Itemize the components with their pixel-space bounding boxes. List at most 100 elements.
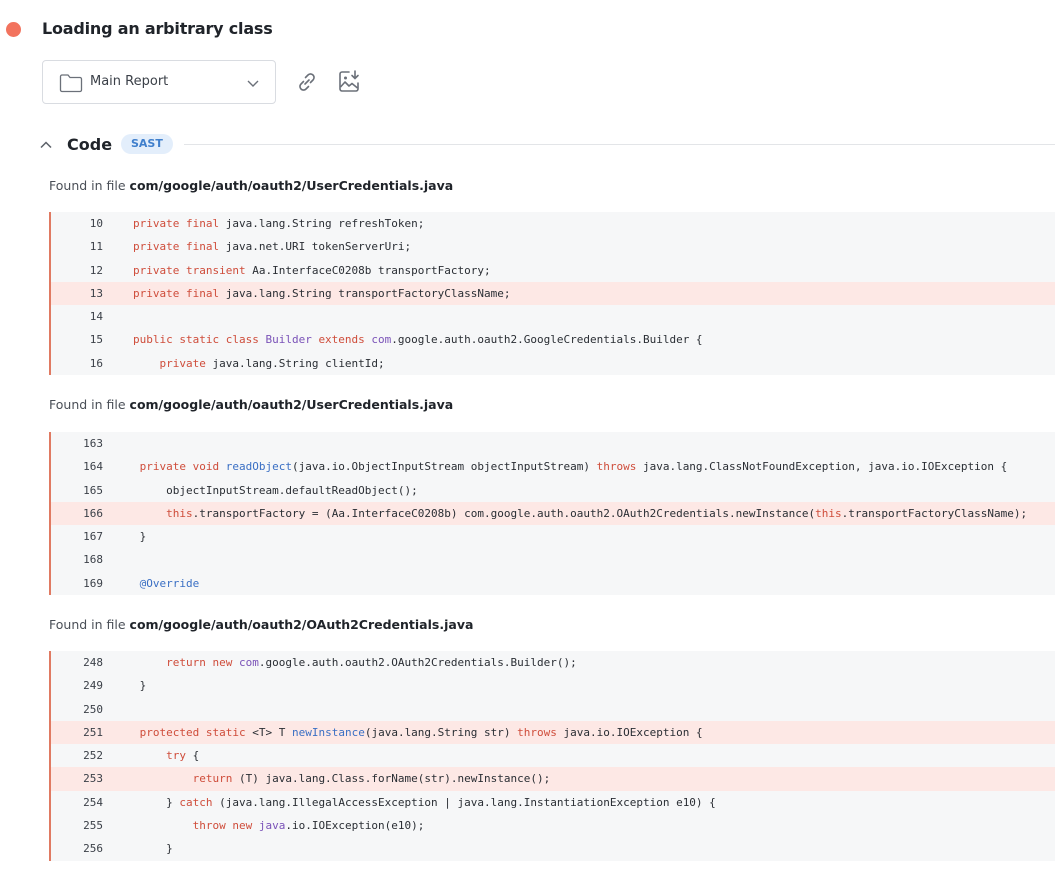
code-token: java.net.URI tokenServerUri; — [225, 240, 412, 254]
code-token: protected static — [133, 725, 253, 739]
code-token: @Override — [133, 576, 200, 590]
code-token: (java.lang.IllegalAccessException | java… — [219, 795, 716, 809]
code-token: private final — [133, 240, 226, 254]
sast-badge: SAST — [121, 134, 173, 154]
chevron-up-icon[interactable] — [38, 137, 54, 153]
line-number: 165 — [83, 483, 103, 497]
code-token: throw new — [192, 819, 259, 833]
found-in-file-label: Found in file com/google/auth/oauth2/Use… — [49, 397, 453, 412]
code-token: private — [159, 356, 213, 370]
found-prefix: Found in file — [49, 397, 130, 412]
code-text: private final java.lang.String transport… — [133, 282, 511, 305]
file-path[interactable]: com/google/auth/oauth2/OAuth2Credentials… — [130, 617, 474, 632]
code-token: newInstance — [291, 725, 365, 739]
line-number: 11 — [89, 240, 103, 254]
code-section-header: Code SAST — [36, 132, 1055, 158]
code-line: 167 } — [51, 525, 1055, 548]
code-text: return new com.google.auth.oauth2.OAuth2… — [133, 651, 577, 674]
code-token: (T) java.lang.Class.forName(str).newInst… — [238, 772, 551, 786]
code-token: public static class — [133, 333, 266, 347]
found-prefix: Found in file — [49, 617, 130, 632]
image-download-icon[interactable] — [335, 68, 363, 96]
line-number: 256 — [83, 842, 103, 856]
code-line: 16 private java.lang.String clientId; — [51, 352, 1055, 375]
line-number: 249 — [83, 679, 103, 693]
code-line: 163 — [51, 432, 1055, 455]
code-token: private transient — [133, 263, 253, 277]
code-token: extends — [318, 333, 372, 347]
code-text: return (T) java.lang.Class.forName(str).… — [133, 767, 551, 790]
code-token: com — [238, 656, 259, 669]
code-text: this.transportFactory = (Aa.InterfaceC02… — [133, 502, 1027, 525]
found-in-file-label: Found in file com/google/auth/oauth2/Use… — [49, 178, 453, 193]
code-token: throws — [596, 460, 643, 474]
code-text: } catch (java.lang.IllegalAccessExceptio… — [133, 791, 716, 814]
divider — [184, 144, 1055, 145]
line-number: 248 — [83, 656, 103, 669]
code-text: private void readObject(java.io.ObjectIn… — [133, 455, 1008, 478]
code-line: 14 — [51, 305, 1055, 328]
report-select[interactable]: Main Report — [42, 60, 276, 104]
code-line: 256 } — [51, 837, 1055, 860]
line-number: 15 — [89, 333, 103, 347]
line-number: 168 — [83, 553, 103, 567]
severity-dot — [6, 22, 21, 37]
code-token: catch — [179, 795, 220, 809]
code-token: java.lang.String refreshToken; — [225, 217, 425, 230]
code-token: Aa.InterfaceC0208b transportFactory; — [252, 263, 491, 277]
finding-title: Loading an arbitrary class — [42, 19, 273, 38]
code-token: .google.auth.oauth2.OAuth2Credentials.Bu… — [258, 656, 577, 669]
code-token: try — [166, 749, 193, 763]
code-snippet: 10 private final java.lang.String refresh… — [49, 212, 1055, 376]
line-number: 251 — [83, 725, 103, 739]
code-line: 250 — [51, 698, 1055, 721]
code-line: 15 public static class Builder extends co… — [51, 328, 1055, 351]
line-number: 10 — [89, 217, 103, 230]
code-token: java.lang.ClassNotFoundException, java.i… — [642, 460, 1008, 474]
code-text: throw new java.io.IOException(e10); — [133, 814, 425, 837]
code-text: public static class Builder extends com.… — [133, 328, 703, 351]
code-text: } — [133, 525, 147, 548]
code-token: java — [258, 819, 286, 833]
code-token: return new — [166, 656, 239, 669]
line-number: 164 — [83, 460, 103, 474]
link-icon[interactable] — [293, 68, 321, 96]
code-token: java.io.IOException { — [563, 725, 703, 739]
code-line: 168 — [51, 548, 1055, 571]
file-path[interactable]: com/google/auth/oauth2/UserCredentials.j… — [130, 397, 454, 412]
code-snippet: 163 164 private void readObject(java.io.O… — [49, 432, 1055, 596]
code-text: try { — [133, 744, 199, 767]
code-token: readObject — [225, 460, 292, 474]
code-line: 12 private transient Aa.InterfaceC0208b t… — [51, 259, 1055, 282]
found-in-file-label: Found in file com/google/auth/oauth2/OAu… — [49, 617, 473, 632]
report-select-label: Main Report — [90, 74, 169, 89]
code-token: } — [133, 795, 180, 809]
code-token: java.lang.String transportFactoryClassNa… — [225, 286, 511, 300]
code-token: .google.auth.oauth2.GoogleCredentials.Bu… — [391, 333, 703, 347]
code-token: java.lang.String clientId; — [212, 356, 385, 370]
line-number: 169 — [83, 576, 103, 590]
code-text: private final java.lang.String refreshTo… — [133, 212, 424, 235]
code-token: return — [192, 772, 239, 786]
code-token: (java.io.ObjectInputStream objectInputSt… — [291, 460, 597, 474]
line-number: 252 — [83, 749, 103, 763]
line-number: 12 — [89, 263, 103, 277]
code-token: private final — [133, 217, 226, 230]
chevron-down-icon — [247, 80, 259, 87]
code-token: private final — [133, 286, 226, 300]
code-line: 249 } — [51, 674, 1055, 697]
line-number: 254 — [83, 795, 103, 809]
code-token: throws — [517, 725, 564, 739]
file-path[interactable]: com/google/auth/oauth2/UserCredentials.j… — [130, 178, 454, 193]
code-text: private java.lang.String clientId; — [133, 352, 385, 375]
code-token: private void — [133, 460, 226, 474]
code-line-highlighted: 251 protected static <T> T newInstance(j… — [51, 720, 1055, 745]
code-line: 248 return new com.google.auth.oauth2.OA… — [51, 651, 1055, 674]
line-number: 163 — [83, 437, 103, 450]
code-line: 11 private final java.net.URI tokenServer… — [51, 235, 1055, 258]
